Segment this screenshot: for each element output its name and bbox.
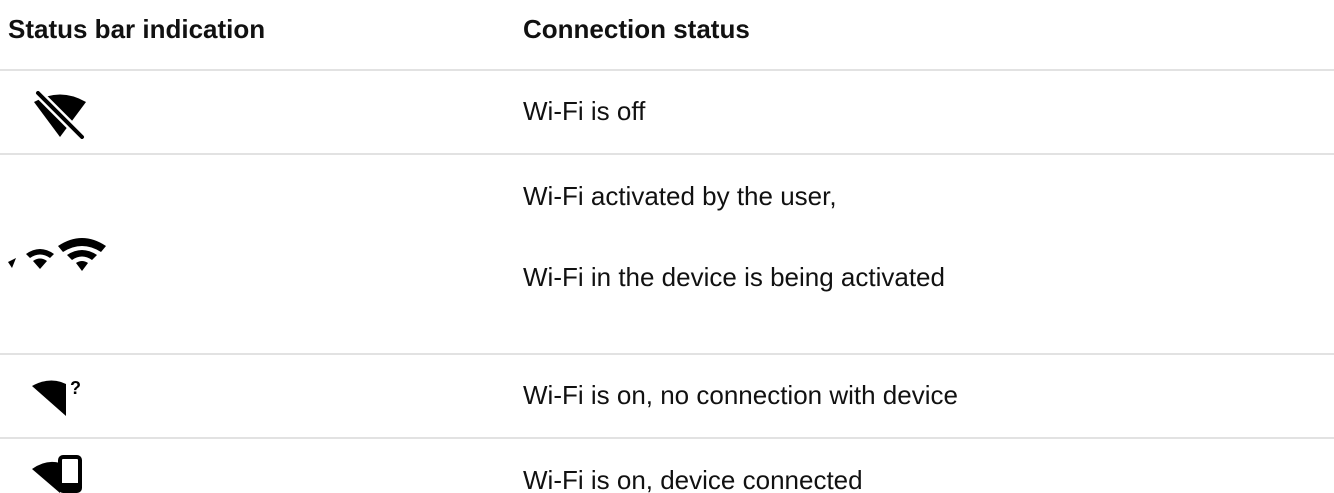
- table-row: ? Wi-Fi is on, no connection with device: [0, 355, 1334, 439]
- wifi-device-connected-icon: [32, 455, 82, 493]
- table-row: Wi-Fi is off: [0, 71, 1334, 155]
- status-wifi-off: Wi-Fi is off: [523, 96, 646, 126]
- table-header: Status bar indication Connection status: [0, 0, 1334, 71]
- svg-text:?: ?: [70, 378, 81, 398]
- status-wifi-being-activated: Wi-Fi in the device is being activated: [523, 262, 945, 292]
- table-row: Wi-Fi activated by the user, Wi-Fi in th…: [0, 155, 1334, 355]
- wifi-status-table: Status bar indication Connection status …: [0, 0, 1334, 493]
- status-wifi-activated-by-user: Wi-Fi activated by the user,: [523, 181, 837, 211]
- status-wifi-device-connected: Wi-Fi is on, device connected: [523, 465, 863, 493]
- status-wifi-no-connection: Wi-Fi is on, no connection with device: [523, 380, 958, 410]
- wifi-off-icon: [34, 91, 86, 139]
- table-row: Wi-Fi is on, device connected: [0, 439, 1334, 493]
- wifi-no-connection-icon: ?: [32, 378, 81, 416]
- header-connection-status: Connection status: [523, 14, 750, 44]
- wifi-activating-icon: [8, 238, 106, 271]
- header-status-bar-indication: Status bar indication: [8, 14, 266, 44]
